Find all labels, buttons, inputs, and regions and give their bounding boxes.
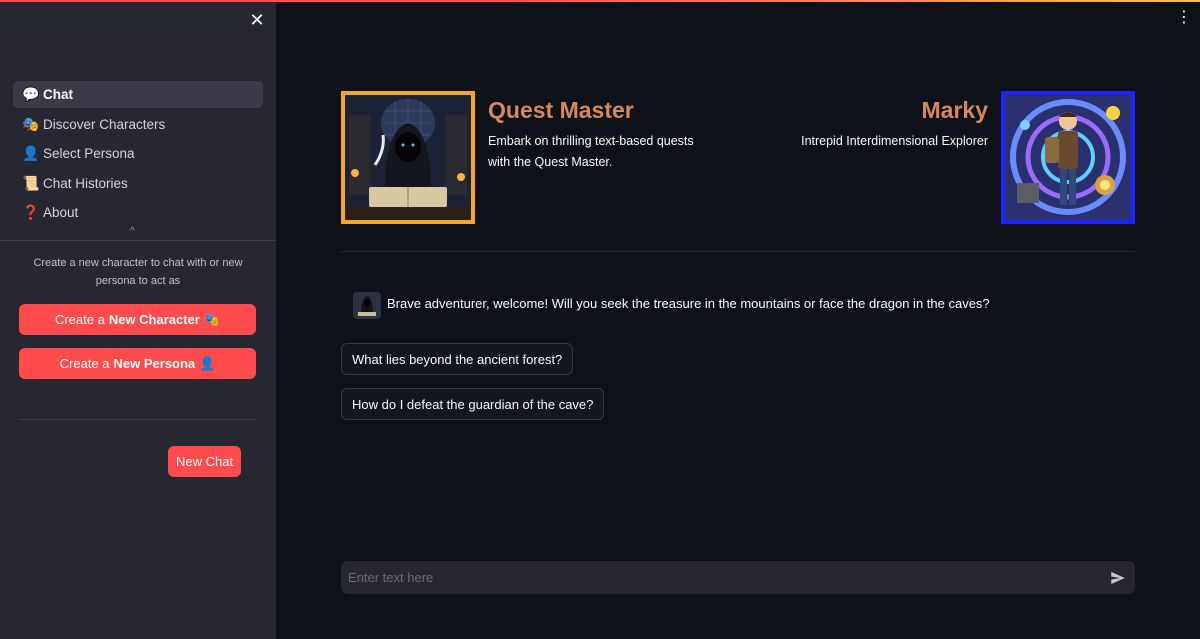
nav-item-chat[interactable]: 💬 Chat [13,81,263,108]
right-character-description: Intrepid Interdimensional Explorer [801,134,988,148]
suggestion-button[interactable]: How do I defeat the guardian of the cave… [341,388,605,420]
create-new-persona-button[interactable]: Create a New Persona 👤 [19,348,256,379]
new-chat-button[interactable]: New Chat [168,446,241,477]
explorer-figure-icon [1005,95,1131,220]
sidebar-nav: 💬 Chat 🎭 Discover Characters 👤 Select Pe… [13,81,263,229]
assistant-message: Brave adventurer, welcome! Will you seek… [387,296,990,311]
question-mark-icon: ❓ [22,204,40,221]
right-character-name: Marky [921,97,988,123]
hooded-figure-icon [353,292,381,319]
nav-item-label: Chat Histories [43,175,128,191]
hooded-figure-icon [345,95,471,220]
header-divider [341,251,1135,252]
nav-item-discover-characters[interactable]: 🎭 Discover Characters [13,111,263,138]
button-label-prefix: Create a [54,312,105,327]
quest-master-avatar [341,91,475,224]
scroll-icon: 📜 [22,174,40,191]
left-character-name: Quest Master [488,97,634,123]
send-icon[interactable] [1109,569,1127,587]
nav-item-about[interactable]: ❓ About [13,199,263,226]
top-accent-bar [0,0,1200,2]
sidebar: ✕ 💬 Chat 🎭 Discover Characters 👤 Select … [0,0,276,639]
button-label-bold: New Character [108,312,200,327]
button-label-prefix: Create a [59,356,110,371]
divider [0,240,276,241]
divider [19,419,256,420]
nav-item-label: Discover Characters [43,116,166,132]
chat-input-container [341,561,1135,594]
left-character-description: Embark on thrilling text-based quests wi… [488,134,694,169]
nav-item-label: About [43,205,79,221]
theater-masks-icon: 🎭 [203,311,221,327]
sidebar-hint: Create a new character to chat with or n… [33,257,243,287]
nav-item-label: Select Persona [43,146,135,162]
close-sidebar-icon[interactable]: ✕ [248,11,266,29]
person-silhouette-icon: 👤 [199,355,216,371]
speech-bubble-icon: 💬 [22,86,40,102]
main-menu-icon[interactable]: ⋮ [1176,8,1192,28]
marky-avatar [1001,91,1135,224]
suggestion-button[interactable]: What lies beyond the ancient forest? [341,343,574,375]
nav-item-chat-histories[interactable]: 📜 Chat Histories [13,170,263,197]
theater-masks-icon: 🎭 [22,115,40,132]
message-avatar [353,292,381,319]
button-label-bold: New Persona [113,356,196,371]
create-new-character-button[interactable]: Create a New Character 🎭 [19,304,256,335]
nav-item-select-persona[interactable]: 👤 Select Persona [13,140,263,167]
chat-input[interactable] [341,561,1101,594]
nav-item-label: Chat [43,87,73,102]
person-silhouette-icon: 👤 [22,145,40,162]
collapse-nav-icon[interactable]: ^ [130,226,135,237]
